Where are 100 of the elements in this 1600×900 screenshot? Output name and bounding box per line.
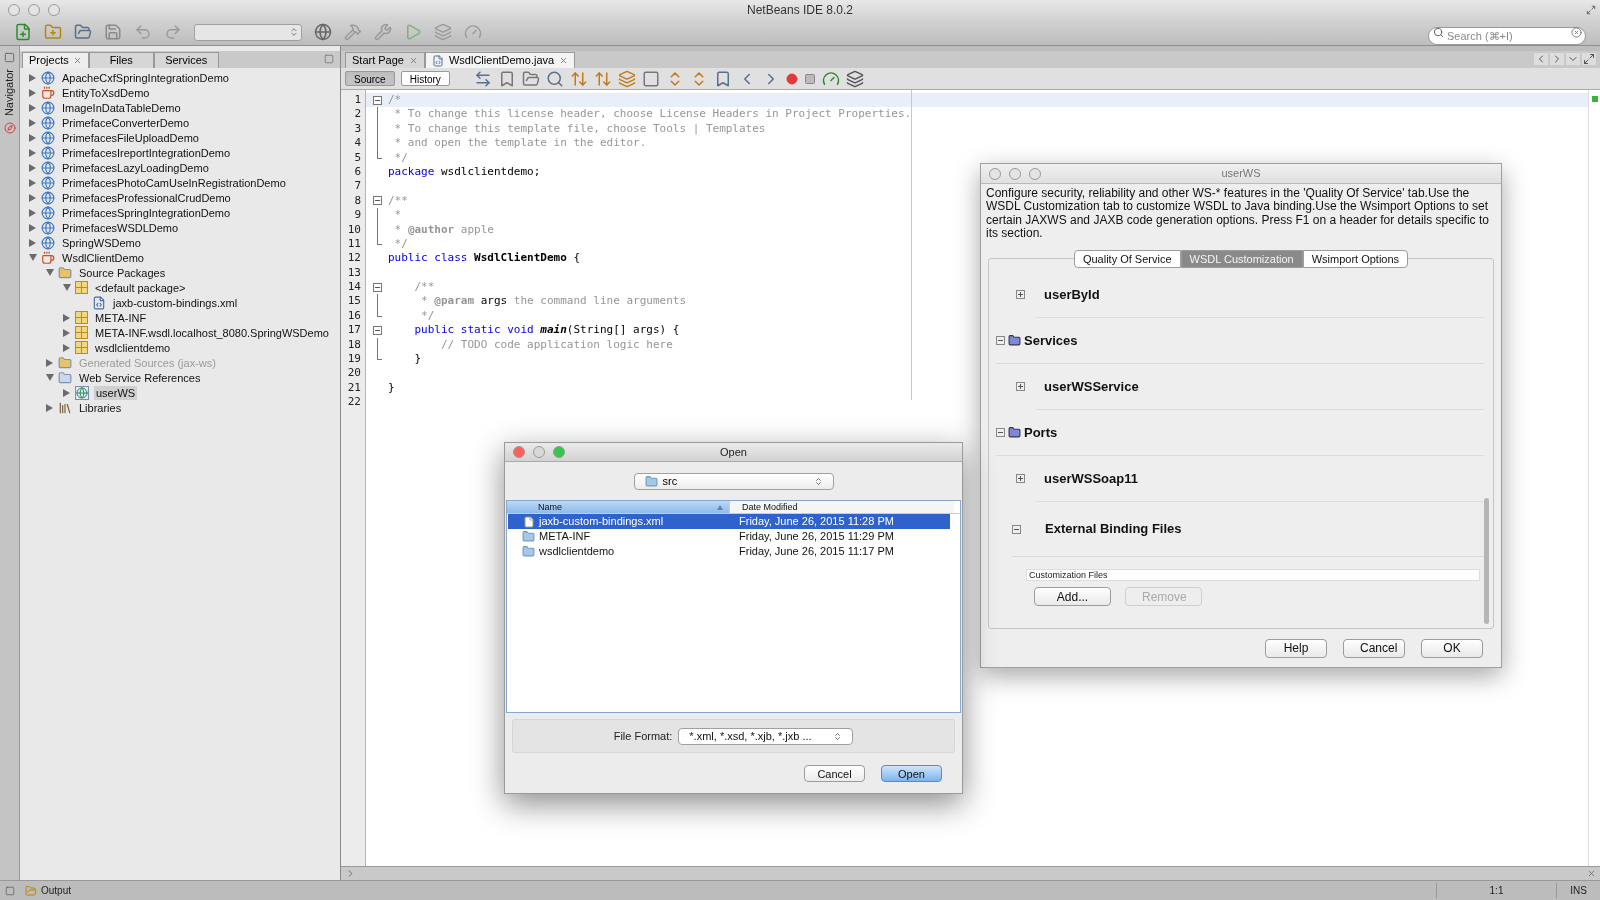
redo-icon[interactable] — [164, 23, 182, 41]
editor-tab[interactable]: WsdlClientDemo.java — [425, 52, 576, 68]
scroll-left-icon[interactable] — [1534, 53, 1548, 65]
close-icon[interactable] — [559, 56, 569, 65]
fullscreen-icon[interactable] — [1586, 4, 1596, 15]
file-row[interactable]: wsdlclientdemo Friday, June 26, 2015 11:17 PM — [508, 544, 950, 559]
tree-item[interactable]: wsdlclientdemo — [93, 340, 173, 355]
window-control-icon[interactable] — [48, 3, 60, 16]
expand-icon[interactable] — [1016, 382, 1025, 392]
expand-icon[interactable] — [1016, 290, 1025, 300]
dialog-tab[interactable]: Quality Of Service — [1073, 250, 1181, 269]
expand-arrow-icon[interactable] — [29, 223, 36, 232]
editor-tab[interactable]: Start Page — [345, 52, 425, 68]
dialog-button[interactable]: Cancel — [804, 764, 865, 782]
expand-arrow-icon[interactable] — [29, 133, 36, 142]
tree-item[interactable]: EntityToXsdDemo — [60, 85, 152, 100]
close-icon[interactable] — [1587, 869, 1596, 878]
scroll-right-icon[interactable] — [1550, 53, 1564, 65]
editor-mode-button[interactable]: History — [400, 71, 450, 86]
build-icon[interactable] — [344, 23, 362, 41]
tree-item[interactable]: PrimefacesLazyLoadingDemo — [60, 160, 211, 175]
dialog-button[interactable]: Help — [1265, 638, 1327, 658]
window-control-icon[interactable] — [513, 446, 525, 458]
window-control-icon[interactable] — [8, 3, 20, 16]
tree-item[interactable]: SpringWSDemo — [60, 235, 143, 250]
panel-tab[interactable]: Projects — [22, 52, 89, 68]
dialog-button[interactable]: Cancel — [1343, 638, 1405, 658]
expand-arrow-icon[interactable] — [29, 208, 36, 217]
new-file-icon[interactable] — [14, 23, 32, 41]
section-item[interactable]: userWSSoap11 — [1044, 468, 1138, 489]
expand-arrow-icon[interactable] — [29, 193, 36, 202]
window-control-icon[interactable] — [1009, 167, 1021, 180]
tree-item[interactable]: PrimefacesFileUploadDemo — [60, 130, 201, 145]
dialog-button[interactable]: OK — [1421, 638, 1483, 658]
section-heading[interactable]: Ports — [1024, 422, 1058, 443]
scrollbar-thumb[interactable] — [1484, 498, 1489, 624]
collapse-icon[interactable] — [996, 428, 1005, 438]
tree-item[interactable]: PrimefacesProfessionalCrudDemo — [60, 190, 233, 205]
search-icon[interactable] — [545, 69, 564, 88]
fold-toggle-icon[interactable] — [372, 325, 382, 335]
fold-toggle-icon[interactable] — [372, 196, 382, 206]
editor-mode-button[interactable]: Source — [345, 71, 395, 86]
tree-item[interactable]: Web Service References — [77, 370, 203, 385]
tree-item[interactable]: PrimefacesPhotoCamUseInRegistrationDemo — [60, 175, 288, 190]
tree-item[interactable]: ApacheCxfSpringIntegrationDemo — [60, 70, 231, 85]
window-control-icon[interactable] — [1029, 167, 1041, 180]
expand-arrow-icon[interactable] — [29, 238, 36, 247]
expand-arrow-icon[interactable] — [29, 178, 36, 187]
globe-icon[interactable] — [314, 23, 332, 41]
tree-item[interactable]: userWS — [94, 385, 138, 400]
fold-toggle-icon[interactable] — [372, 95, 382, 105]
folder-dropdown[interactable]: src — [633, 472, 834, 490]
file-row[interactable]: META-INF Friday, June 26, 2015 11:29 PM — [508, 529, 950, 544]
close-icon[interactable] — [409, 56, 418, 65]
tree-item[interactable]: ImageInDataTableDemo — [60, 100, 183, 115]
tree-item[interactable]: META-INF.wsdl.localhost_8080.SpringWSDemo — [93, 325, 331, 340]
minimize-icon[interactable] — [4, 52, 15, 63]
section-item[interactable]: userWSService — [1044, 376, 1139, 397]
tree-item[interactable]: <default package> — [93, 280, 188, 295]
configuration-dropdown[interactable] — [194, 23, 302, 41]
undo-icon[interactable] — [134, 23, 152, 41]
tree-item[interactable]: jaxb-custom-bindings.xml — [111, 295, 240, 310]
expand-arrow-icon[interactable] — [29, 73, 36, 82]
window-control-icon[interactable] — [533, 446, 545, 458]
dialog-button[interactable]: Open — [881, 764, 942, 782]
column-header[interactable]: Name — [507, 501, 729, 513]
window-control-icon[interactable] — [28, 3, 40, 16]
panel-tab[interactable]: Files — [88, 52, 154, 68]
minimize-icon[interactable] — [324, 54, 334, 64]
new-project-icon[interactable] — [44, 23, 62, 41]
fold-toggle-icon[interactable] — [372, 282, 382, 292]
section-heading[interactable]: Services — [1024, 330, 1078, 351]
dialog-button[interactable]: Add... — [1034, 587, 1111, 607]
output-tab[interactable]: Output — [25, 883, 72, 898]
expand-arrow-icon[interactable] — [29, 148, 36, 157]
tree-item[interactable]: PrimefacesIreportIntegrationDemo — [60, 145, 233, 160]
record-macro-icon[interactable] — [785, 72, 798, 85]
section-heading[interactable]: External Binding Files — [1045, 519, 1182, 539]
window-control-icon[interactable] — [553, 446, 565, 458]
tree-item[interactable]: PrimefacesSpringIntegrationDemo — [60, 205, 233, 220]
maximize-icon[interactable] — [1582, 53, 1596, 65]
tree-item[interactable]: WsdlClientDemo — [60, 250, 146, 265]
column-header[interactable]: Date Modified — [729, 501, 954, 513]
tree-item[interactable]: META-INF — [93, 310, 149, 325]
tree-item[interactable]: PrimefacesWSDLDemo — [60, 220, 181, 235]
collapse-icon[interactable] — [996, 336, 1005, 346]
navigator-tab[interactable]: Navigator — [1, 69, 18, 117]
window-control-icon[interactable] — [989, 167, 1001, 180]
clear-icon[interactable] — [1571, 27, 1582, 38]
minimize-icon[interactable] — [5, 885, 15, 896]
open-project-icon[interactable] — [74, 23, 92, 41]
collapse-icon[interactable] — [1012, 524, 1021, 534]
dialog-tab[interactable]: Wsimport Options — [1302, 250, 1409, 269]
select-icon[interactable] — [641, 69, 660, 88]
expand-arrow-icon[interactable] — [29, 88, 36, 97]
file-row[interactable]: jaxb-custom-bindings.xml Friday, June 26, 2015 11:28 PM — [508, 514, 950, 529]
expand-icon[interactable] — [1016, 474, 1025, 484]
save-icon[interactable] — [104, 23, 122, 41]
file-format-dropdown[interactable]: *.xml, *.xsd, *.xjb, *.jxb ... — [678, 727, 854, 745]
tree-item[interactable]: PrimefaceConverterDemo — [60, 115, 192, 130]
